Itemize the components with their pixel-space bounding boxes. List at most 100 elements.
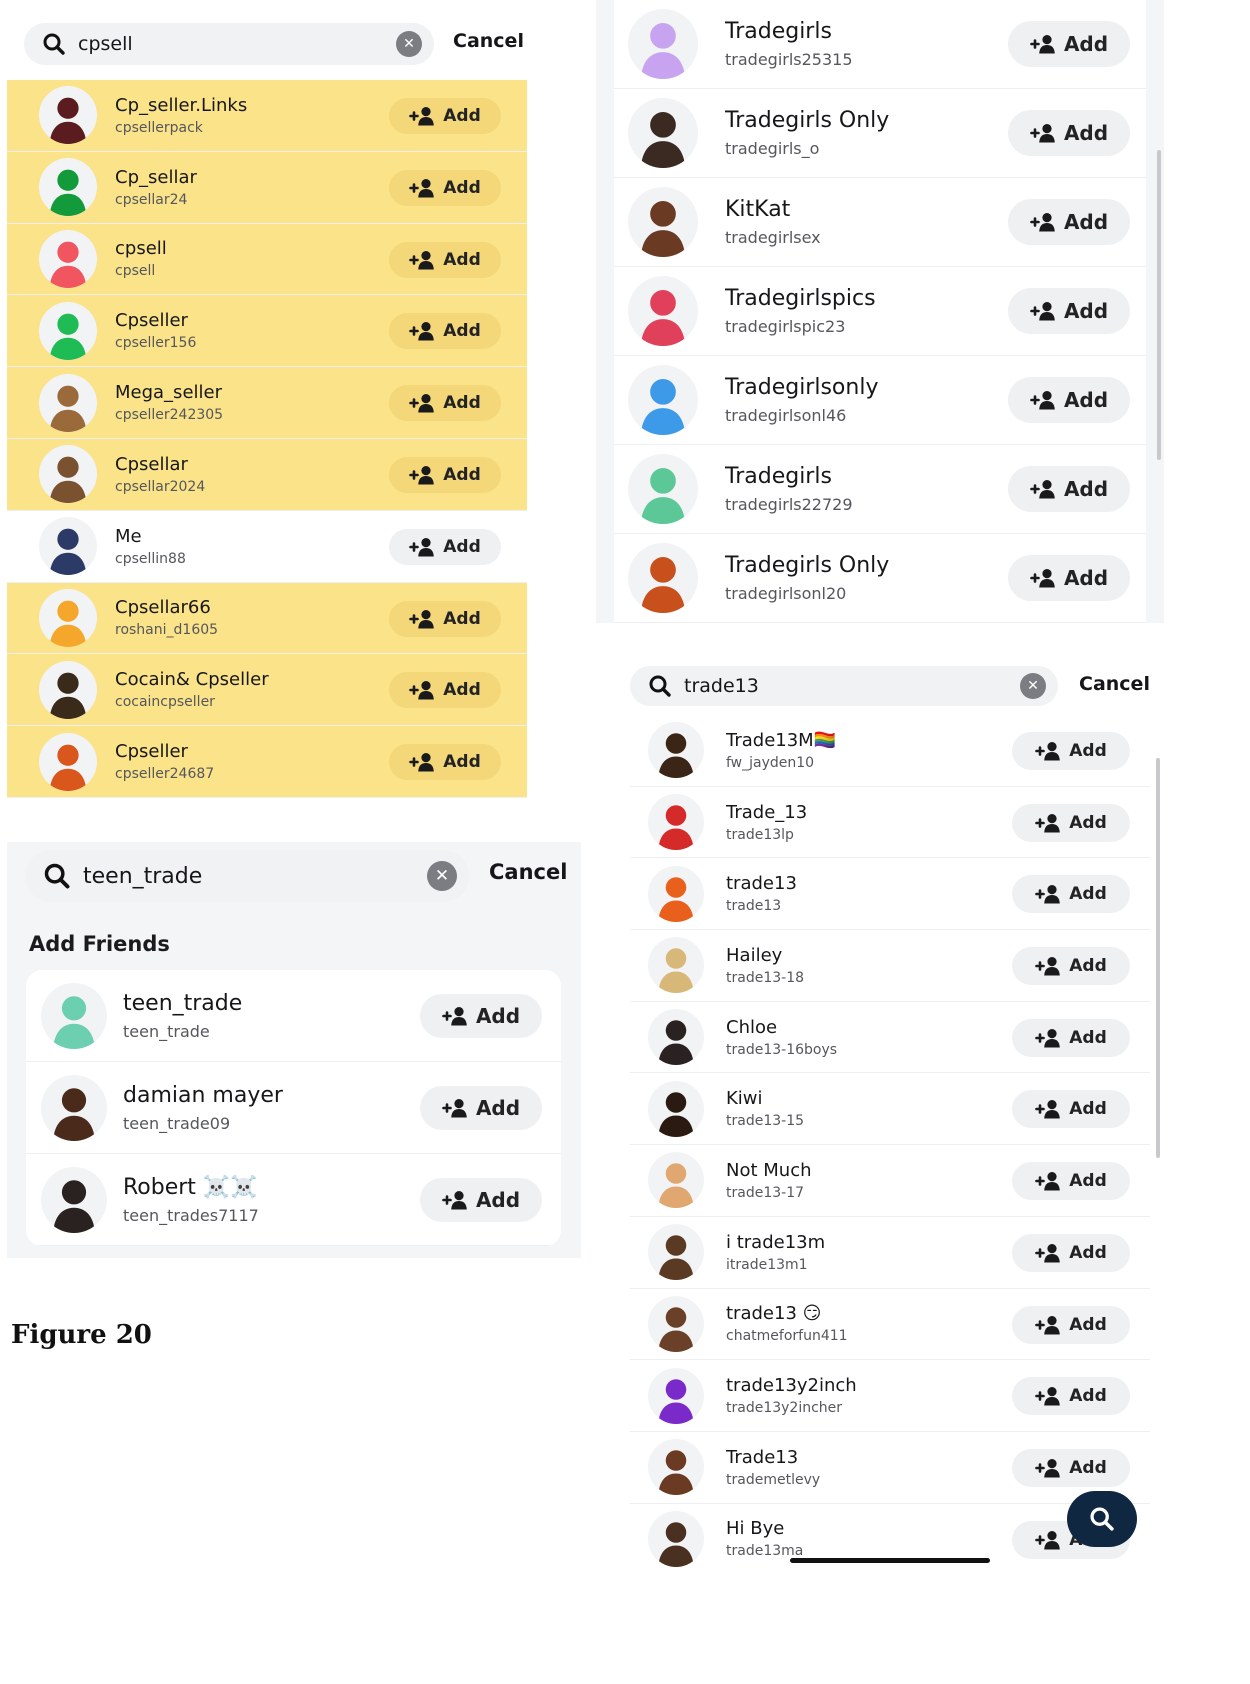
avatar[interactable] xyxy=(39,660,97,719)
search-bar[interactable]: ✕ xyxy=(24,23,434,65)
avatar[interactable] xyxy=(648,937,704,994)
avatar[interactable] xyxy=(39,301,97,360)
result-row[interactable]: Cpseller cpseller156 Add xyxy=(7,295,527,368)
result-row[interactable]: KitKat tradegirlsex Add xyxy=(614,178,1146,267)
add-friend-button[interactable]: Add xyxy=(389,672,501,709)
add-friend-button[interactable]: Add xyxy=(389,456,501,493)
add-friend-button[interactable]: Add xyxy=(1012,1448,1130,1487)
avatar[interactable] xyxy=(648,1367,704,1424)
add-friend-button[interactable]: Add xyxy=(1012,1377,1130,1416)
cancel-button[interactable]: Cancel xyxy=(489,860,567,884)
result-row[interactable]: teen_trade teen_trade Add xyxy=(26,970,561,1062)
result-row[interactable]: Trade13M🏳️‍🌈 fw_jayden10 Add xyxy=(630,715,1150,787)
result-row[interactable]: i trade13m itrade13m1 Add xyxy=(630,1216,1150,1289)
result-row[interactable]: Trade_13 trade13lp Add xyxy=(630,786,1150,859)
cancel-button[interactable]: Cancel xyxy=(453,30,524,52)
add-friend-button[interactable]: Add xyxy=(420,1178,542,1222)
add-friend-button[interactable]: Add xyxy=(1008,555,1130,601)
avatar[interactable] xyxy=(648,1510,704,1567)
add-friend-button[interactable]: Add xyxy=(1008,110,1130,156)
add-friend-button[interactable]: Add xyxy=(389,744,501,781)
add-friend-button[interactable]: Add xyxy=(1008,377,1130,423)
add-friend-button[interactable]: Add xyxy=(389,169,501,206)
result-row[interactable]: Tradegirlspics tradegirlspic23 Add xyxy=(614,267,1146,356)
avatar[interactable] xyxy=(39,517,97,576)
search-bar[interactable]: ✕ xyxy=(630,666,1058,706)
avatar[interactable] xyxy=(648,794,704,851)
result-row[interactable]: Cpsellar66 roshani_d1605 Add xyxy=(7,582,527,655)
avatar[interactable] xyxy=(648,865,704,922)
add-friend-button[interactable]: Add xyxy=(1012,875,1130,914)
result-row[interactable]: Tradegirls Only tradegirls_o Add xyxy=(614,89,1146,178)
avatar[interactable] xyxy=(628,276,698,346)
result-row[interactable]: Mega_seller cpseller242305 Add xyxy=(7,367,527,439)
avatar[interactable] xyxy=(39,588,97,647)
add-friend-button[interactable]: Add xyxy=(420,994,542,1038)
add-friend-button[interactable]: Add xyxy=(1012,803,1130,842)
avatar[interactable] xyxy=(648,722,704,779)
result-row[interactable]: Cpsellar cpsellar2024 Add xyxy=(7,438,527,511)
add-friend-button[interactable]: Add xyxy=(389,385,501,422)
result-row[interactable]: Not Much trade13-17 Add xyxy=(630,1145,1150,1217)
result-row[interactable]: Cpseller cpseller24687 Add xyxy=(7,726,527,798)
clear-icon[interactable]: ✕ xyxy=(427,861,457,891)
result-row[interactable]: cpsell cpsell Add xyxy=(7,223,527,296)
add-friend-button[interactable]: Add xyxy=(1012,1018,1130,1057)
result-row[interactable]: Cp_sellar cpsellar24 Add xyxy=(7,151,527,224)
avatar[interactable] xyxy=(648,1295,704,1352)
add-friend-button[interactable]: Add xyxy=(389,241,501,278)
result-row[interactable]: Cocain& Cpseller cocaincpseller Add xyxy=(7,654,527,727)
add-friend-button[interactable]: Add xyxy=(1012,1162,1130,1201)
result-row[interactable]: trade13 😏 chatmeforfun411 Add xyxy=(630,1288,1150,1361)
result-row[interactable]: Chloe trade13-16boys Add xyxy=(630,1001,1150,1074)
result-row[interactable]: Kiwi trade13-15 Add xyxy=(630,1073,1150,1146)
avatar[interactable] xyxy=(41,982,107,1049)
add-friend-button[interactable]: Add xyxy=(1008,288,1130,334)
add-friend-button[interactable]: Add xyxy=(1008,21,1130,67)
add-friend-button[interactable]: Add xyxy=(389,98,501,134)
add-friend-button[interactable]: Add xyxy=(1012,1233,1130,1272)
search-bar[interactable]: ✕ xyxy=(25,850,469,902)
search-input[interactable] xyxy=(66,33,396,55)
search-input[interactable] xyxy=(71,863,427,889)
result-row[interactable]: Tradegirlsonly tradegirlsonl46 Add xyxy=(614,356,1146,445)
result-row[interactable]: Hailey trade13-18 Add xyxy=(630,930,1150,1002)
result-row[interactable]: Robert ☠️☠️ teen_trades7117 Add xyxy=(26,1154,561,1246)
add-friend-button[interactable]: Add xyxy=(1012,1090,1130,1129)
add-friend-button[interactable]: Add xyxy=(389,600,501,637)
avatar[interactable] xyxy=(39,373,97,432)
clear-icon[interactable]: ✕ xyxy=(396,31,422,57)
result-row[interactable]: Cp_seller.Links cpsellerpack Add xyxy=(7,80,527,152)
avatar[interactable] xyxy=(628,365,698,435)
add-friend-button[interactable]: Add xyxy=(1012,947,1130,986)
result-row[interactable]: trade13y2inch trade13y2incher Add xyxy=(630,1360,1150,1432)
avatar[interactable] xyxy=(41,1074,107,1141)
avatar[interactable] xyxy=(39,86,97,145)
result-row[interactable]: trade13 trade13 Add xyxy=(630,858,1150,931)
add-friend-button[interactable]: Add xyxy=(389,528,501,565)
result-row[interactable]: Me cpsellin88 Add xyxy=(7,510,527,583)
search-fab-button[interactable] xyxy=(1067,1491,1137,1547)
avatar[interactable] xyxy=(628,9,698,79)
avatar[interactable] xyxy=(39,158,97,217)
avatar[interactable] xyxy=(628,187,698,257)
cancel-button[interactable]: Cancel xyxy=(1079,673,1150,695)
avatar[interactable] xyxy=(41,1166,107,1233)
add-friend-button[interactable]: Add xyxy=(1008,466,1130,512)
avatar[interactable] xyxy=(648,1080,704,1137)
add-friend-button[interactable]: Add xyxy=(1012,732,1130,770)
avatar[interactable] xyxy=(628,98,698,168)
avatar[interactable] xyxy=(39,732,97,791)
scrollbar[interactable] xyxy=(1157,150,1161,460)
result-row[interactable]: damian mayer teen_trade09 Add xyxy=(26,1062,561,1154)
result-row[interactable]: Tradegirls tradegirls22729 Add xyxy=(614,445,1146,534)
avatar[interactable] xyxy=(39,445,97,504)
avatar[interactable] xyxy=(648,1224,704,1281)
result-row[interactable]: Tradegirls tradegirls25315 Add xyxy=(614,0,1146,89)
avatar[interactable] xyxy=(39,229,97,288)
clear-icon[interactable]: ✕ xyxy=(1020,673,1046,699)
avatar[interactable] xyxy=(648,1152,704,1209)
add-friend-button[interactable]: Add xyxy=(1008,199,1130,245)
avatar[interactable] xyxy=(628,543,698,613)
result-row[interactable]: Tradegirls Only tradegirlsonl20 Add xyxy=(614,534,1146,623)
